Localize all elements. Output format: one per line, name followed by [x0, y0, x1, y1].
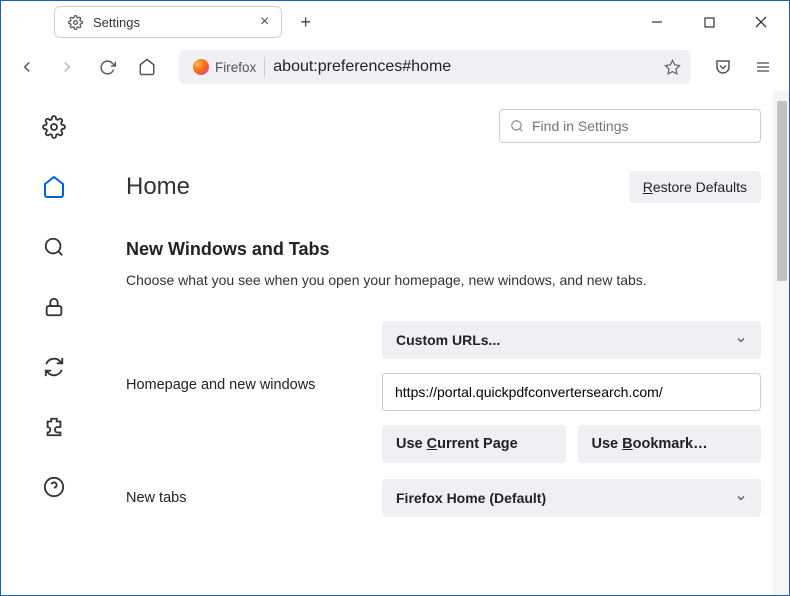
- chevron-down-icon: [735, 334, 747, 346]
- identity-box[interactable]: Firefox: [189, 57, 265, 77]
- browser-tab[interactable]: Settings ×: [54, 6, 282, 38]
- scrollbar[interactable]: [773, 91, 789, 595]
- pocket-button[interactable]: [707, 51, 739, 83]
- sidebar-item-home[interactable]: [38, 171, 70, 203]
- close-window-button[interactable]: [741, 6, 781, 38]
- new-tab-button[interactable]: +: [300, 12, 311, 33]
- close-tab-button[interactable]: ×: [260, 13, 269, 31]
- chevron-down-icon: [735, 492, 747, 504]
- firefox-logo-icon: [193, 59, 209, 75]
- use-bookmark-button[interactable]: Use Bookmark…: [578, 425, 762, 463]
- reload-button[interactable]: [91, 51, 123, 83]
- back-button[interactable]: [11, 51, 43, 83]
- newtabs-select[interactable]: Firefox Home (Default): [382, 479, 761, 517]
- scrollbar-thumb[interactable]: [777, 101, 787, 281]
- app-menu-button[interactable]: [747, 51, 779, 83]
- homepage-url-input[interactable]: [382, 373, 761, 411]
- home-button[interactable]: [131, 51, 163, 83]
- titlebar: Settings × +: [1, 1, 789, 43]
- sidebar-item-search[interactable]: [38, 231, 70, 263]
- newtabs-label: New tabs: [126, 490, 382, 506]
- homepage-label: Homepage and new windows: [126, 321, 382, 393]
- settings-sidebar: [1, 91, 106, 595]
- newtabs-value: Firefox Home (Default): [396, 490, 546, 506]
- restore-defaults-button[interactable]: Restore Defaults: [629, 171, 761, 203]
- sidebar-item-help[interactable]: [38, 471, 70, 503]
- section-title: New Windows and Tabs: [126, 239, 761, 260]
- homepage-mode-select[interactable]: Custom URLs...: [382, 321, 761, 359]
- url-bar[interactable]: Firefox about:preferences#home: [179, 50, 691, 84]
- page-title: Home: [126, 173, 190, 201]
- settings-search-input[interactable]: [532, 118, 750, 134]
- content-area: Home Restore Defaults New Windows and Ta…: [1, 91, 789, 595]
- sidebar-item-sync[interactable]: [38, 351, 70, 383]
- use-current-page-button[interactable]: Use Current Page: [382, 425, 566, 463]
- bookmark-star-button[interactable]: [664, 59, 681, 76]
- forward-button[interactable]: [51, 51, 83, 83]
- window-controls: [637, 6, 781, 38]
- minimize-button[interactable]: [637, 6, 677, 38]
- sidebar-item-privacy[interactable]: [38, 291, 70, 323]
- maximize-button[interactable]: [689, 6, 729, 38]
- url-text: about:preferences#home: [273, 58, 451, 76]
- browser-toolbar: Firefox about:preferences#home: [1, 43, 789, 91]
- section-description: Choose what you see when you open your h…: [126, 270, 761, 291]
- tab-title: Settings: [93, 15, 140, 30]
- settings-main: Home Restore Defaults New Windows and Ta…: [106, 91, 789, 595]
- sidebar-item-extensions[interactable]: [38, 411, 70, 443]
- search-icon: [510, 119, 524, 133]
- homepage-mode-value: Custom URLs...: [396, 332, 500, 348]
- settings-search[interactable]: [499, 109, 761, 143]
- sidebar-item-general[interactable]: [38, 111, 70, 143]
- identity-label: Firefox: [215, 60, 256, 75]
- gear-icon: [67, 14, 83, 30]
